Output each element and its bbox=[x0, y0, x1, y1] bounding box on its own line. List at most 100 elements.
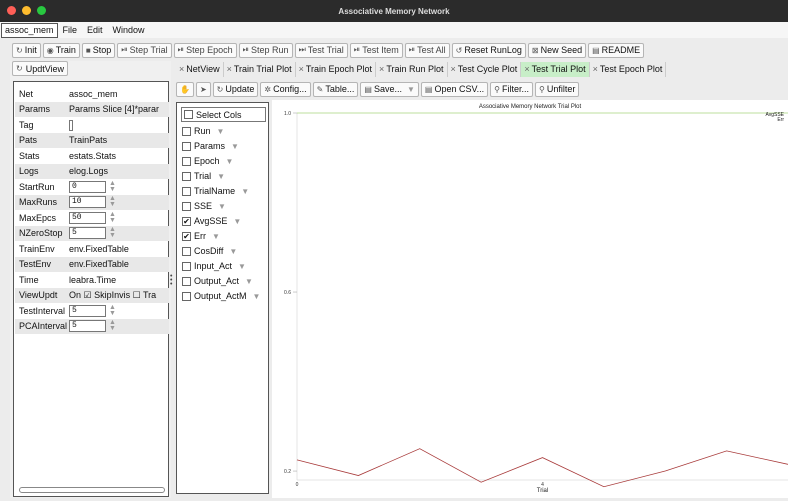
filter-button[interactable]: ⚲ Filter... bbox=[490, 81, 534, 97]
plot-toolbar-label: Open CSV... bbox=[434, 84, 485, 94]
dropdown-arrow-icon[interactable]: ▼ bbox=[241, 187, 249, 196]
menu-file[interactable]: File bbox=[58, 25, 83, 35]
dropdown-arrow-icon[interactable]: ▼ bbox=[245, 277, 253, 286]
column-item-params[interactable]: Params ▼ bbox=[182, 141, 239, 151]
pointer-button[interactable]: ➤ bbox=[195, 81, 211, 97]
dropdown-arrow-icon[interactable]: ▼ bbox=[212, 232, 220, 241]
table-button[interactable]: ✎ Table... bbox=[312, 81, 359, 97]
table-icon: ✎ bbox=[316, 84, 324, 94]
column-item-trial[interactable]: Trial ▼ bbox=[182, 171, 225, 181]
update-button[interactable]: ↻ Update bbox=[212, 81, 259, 97]
spinner-arrows-icon[interactable]: ▲ ▼ bbox=[109, 305, 116, 317]
init-button[interactable]: ↻ Init bbox=[12, 42, 41, 58]
column-label: Input_Act bbox=[194, 261, 233, 271]
step-trial-button[interactable]: ⏯ Step Trial bbox=[117, 42, 172, 58]
tab-test-cycle-plot[interactable]: × Test Cycle Plot bbox=[448, 61, 522, 77]
close-icon[interactable]: × bbox=[179, 64, 184, 74]
train-button[interactable]: ◉ Train bbox=[42, 42, 80, 58]
column-checkbox[interactable] bbox=[182, 201, 191, 211]
tab-train-trial-plot[interactable]: × Train Trial Plot bbox=[224, 61, 296, 77]
close-icon[interactable]: × bbox=[299, 64, 304, 74]
close-icon[interactable]: × bbox=[451, 64, 456, 74]
spinner-arrows-icon[interactable]: ▲ ▼ bbox=[109, 196, 116, 208]
test-item-button[interactable]: ⏯ Test Item bbox=[349, 42, 403, 58]
column-checkbox[interactable]: ✔ bbox=[182, 231, 191, 241]
maxepcs-input[interactable]: 50 bbox=[69, 211, 106, 224]
tab-train-epoch-plot[interactable]: × Train Epoch Plot bbox=[296, 61, 377, 77]
tab-test-epoch-plot[interactable]: × Test Epoch Plot bbox=[590, 61, 667, 77]
dropdown-arrow-icon[interactable]: ▼ bbox=[218, 202, 226, 211]
column-checkbox[interactable] bbox=[182, 276, 191, 286]
pcainterval-input[interactable]: 5 bbox=[69, 320, 106, 332]
dropdown-arrow-icon[interactable]: ▼ bbox=[231, 142, 239, 151]
close-icon[interactable]: × bbox=[524, 64, 529, 74]
menu-window[interactable]: Window bbox=[108, 25, 150, 35]
step-epoch-button[interactable]: ⏯ Step Epoch bbox=[173, 42, 237, 58]
dropdown-arrow-icon[interactable]: ▼ bbox=[217, 127, 225, 136]
close-icon[interactable]: × bbox=[593, 64, 598, 74]
zoom-window-button[interactable] bbox=[37, 6, 46, 15]
column-checkbox[interactable] bbox=[182, 141, 191, 151]
column-checkbox[interactable] bbox=[182, 156, 191, 166]
column-item-input-act[interactable]: Input_Act ▼ bbox=[182, 261, 246, 271]
column-item-avgsse[interactable]: ✔ AvgSSE ▼ bbox=[182, 216, 241, 226]
column-item-cosdiff[interactable]: CosDiff ▼ bbox=[182, 246, 237, 256]
reset-runlog-button[interactable]: ↺ Reset RunLog bbox=[451, 42, 526, 58]
nzerostop-input[interactable]: 5 bbox=[69, 227, 106, 239]
close-icon[interactable]: × bbox=[227, 64, 232, 74]
column-checkbox[interactable]: ✔ bbox=[182, 216, 191, 226]
select-cols-button[interactable]: Select Cols bbox=[181, 107, 266, 122]
step-run-button[interactable]: ⏯ Step Run bbox=[238, 42, 293, 58]
tab-train-run-plot[interactable]: × Train Run Plot bbox=[376, 61, 448, 77]
filter-icon: ⚲ bbox=[494, 84, 500, 94]
column-item-epoch[interactable]: Epoch ▼ bbox=[182, 156, 233, 166]
column-item-run[interactable]: Run ▼ bbox=[182, 126, 224, 136]
tab-test-trial-plot[interactable]: × Test Trial Plot bbox=[521, 61, 590, 77]
splitter-handle[interactable]: • • • bbox=[170, 273, 174, 288]
dropdown-arrow-icon[interactable]: ▼ bbox=[253, 292, 261, 301]
column-checkbox[interactable] bbox=[182, 186, 191, 196]
unfilter-button[interactable]: ⚲ Unfilter bbox=[535, 81, 580, 97]
column-checkbox[interactable] bbox=[182, 261, 191, 271]
open-csv-button[interactable]: ▤ Open CSV... bbox=[420, 81, 489, 97]
menu-edit[interactable]: Edit bbox=[82, 25, 108, 35]
tag-input[interactable] bbox=[69, 119, 73, 131]
column-checkbox[interactable] bbox=[182, 171, 191, 181]
horizontal-scrollbar[interactable] bbox=[19, 487, 165, 493]
tab-netview[interactable]: × NetView bbox=[176, 61, 224, 77]
dropdown-arrow-icon[interactable]: ▼ bbox=[238, 262, 246, 271]
close-icon[interactable]: × bbox=[379, 64, 384, 74]
readme-button[interactable]: ▤ README bbox=[588, 42, 645, 58]
column-item-output-act[interactable]: Output_Act ▼ bbox=[182, 276, 253, 286]
menu-app[interactable]: assoc_mem bbox=[1, 22, 58, 38]
dropdown-arrow-icon[interactable]: ▼ bbox=[217, 172, 225, 181]
dropdown-arrow-icon[interactable]: ▼ bbox=[233, 217, 241, 226]
test-all-button[interactable]: ⏯ Test All bbox=[404, 42, 450, 58]
column-item-err[interactable]: ✔ Err ▼ bbox=[182, 231, 220, 241]
dropdown-arrow-icon[interactable]: ▼ bbox=[229, 247, 237, 256]
spinner-arrows-icon[interactable]: ▲ ▼ bbox=[109, 212, 116, 224]
pan-button[interactable]: ✋ bbox=[176, 81, 194, 97]
column-item-output-actm[interactable]: Output_ActM ▼ bbox=[182, 291, 260, 301]
column-item-sse[interactable]: SSE ▼ bbox=[182, 201, 226, 211]
column-checkbox[interactable] bbox=[182, 246, 191, 256]
column-item-trialname[interactable]: TrialName ▼ bbox=[182, 186, 249, 196]
startrun-input[interactable]: 0 bbox=[69, 180, 106, 193]
spinner-arrows-icon[interactable]: ▲ ▼ bbox=[109, 181, 116, 193]
dropdown-arrow-icon[interactable]: ▼ bbox=[226, 157, 234, 166]
column-checkbox[interactable] bbox=[182, 126, 191, 136]
close-window-button[interactable] bbox=[7, 6, 16, 15]
new-seed-button[interactable]: ⊠ New Seed bbox=[527, 42, 587, 58]
column-checkbox[interactable] bbox=[182, 291, 191, 301]
maxruns-input[interactable]: 10 bbox=[69, 196, 106, 208]
updtview-button[interactable]: ↻ UpdtView bbox=[12, 61, 69, 76]
spinner-arrows-icon[interactable]: ▲ ▼ bbox=[109, 320, 116, 332]
save-button[interactable]: ▤ Save... ▼ bbox=[360, 81, 419, 97]
testinterval-input[interactable]: 5 bbox=[69, 304, 106, 317]
stop-button[interactable]: ■ Stop bbox=[81, 42, 116, 58]
select-cols-checkbox[interactable] bbox=[184, 110, 193, 119]
config-button[interactable]: ✲ Config... bbox=[260, 81, 311, 97]
test-trial-button[interactable]: ⏭ Test Trial bbox=[294, 42, 348, 58]
minimize-window-button[interactable] bbox=[22, 6, 31, 15]
spinner-arrows-icon[interactable]: ▲ ▼ bbox=[109, 227, 116, 239]
